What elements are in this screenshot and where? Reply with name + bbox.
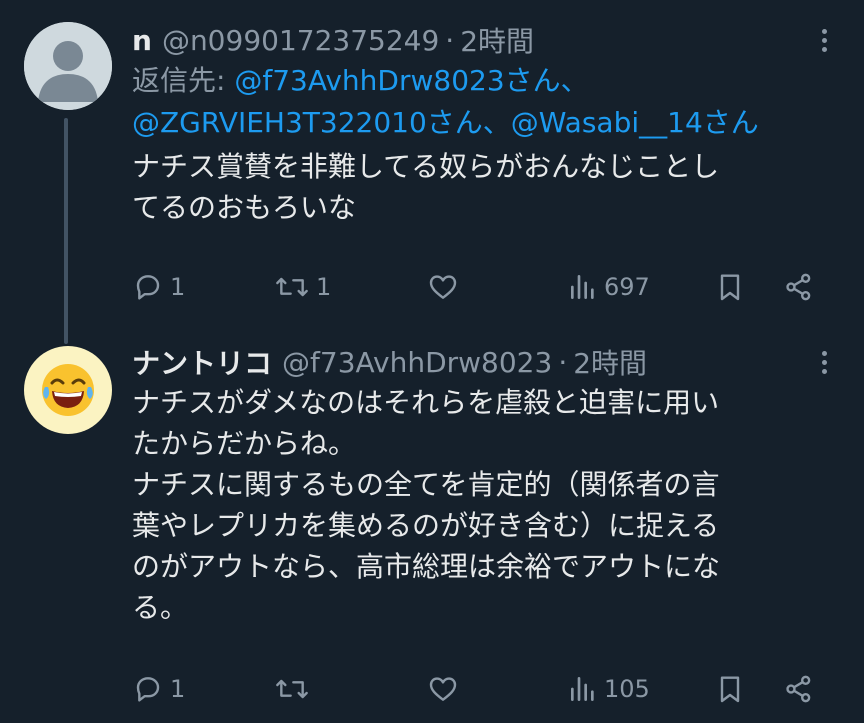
share-icon <box>786 273 811 301</box>
tweet-text-line: る。 <box>132 591 189 624</box>
timestamp[interactable]: 2時間 <box>573 342 647 382</box>
retweet-icon <box>276 679 308 699</box>
analytics-bar-icon <box>571 275 594 299</box>
tweet-text: ナチス賞賛を非難してる奴らがおんなじことし てるのおもろいな <box>132 146 844 228</box>
reply-button[interactable]: 1 <box>132 267 185 307</box>
mention-link[interactable]: @Wasabi__14さん <box>511 106 759 139</box>
heart-icon <box>429 275 457 299</box>
retweet-button[interactable] <box>274 669 310 709</box>
tweet-header: ナントリコ @f73AvhhDrw8023 · 2時間 <box>132 342 844 382</box>
bookmark-button[interactable] <box>714 669 746 709</box>
separator: · <box>558 345 568 379</box>
tweet-text-line: てるのおもろいな <box>132 191 357 224</box>
more-options-icon[interactable] <box>810 24 838 56</box>
mention-link[interactable]: @ZGRVIEH3T322010さん、 <box>132 106 511 139</box>
reply-count: 1 <box>170 273 186 301</box>
user-handle[interactable]: @n0990172375249 <box>162 24 439 57</box>
tweet-text-line: ナチスに関するもの全てを肯定的（関係者の言 <box>132 468 720 501</box>
reply-icon <box>136 677 160 702</box>
display-name[interactable]: n <box>132 24 152 57</box>
analytics-bar-icon <box>571 677 594 701</box>
retweet-button[interactable]: 1 <box>274 267 331 307</box>
retweet-icon <box>276 277 308 297</box>
reply-to-line-1: 返信先: @f73AvhhDrw8023さん、 <box>132 60 844 102</box>
views-button[interactable]: 105 <box>568 669 650 709</box>
reply-count: 1 <box>170 675 186 703</box>
bookmark-icon <box>720 274 740 301</box>
views-button[interactable]: 697 <box>568 267 650 307</box>
bookmark-icon <box>720 676 740 703</box>
tweet-header: n @n0990172375249 · 2時間 <box>132 20 844 60</box>
reply-icon <box>136 275 160 300</box>
user-avatar[interactable] <box>24 346 112 434</box>
tweet-text-line: ナチスがダメなのはそれらを虐殺と迫害に用い <box>132 386 720 419</box>
laughing-emoji-avatar <box>42 364 94 416</box>
default-avatar-icon <box>24 22 112 110</box>
like-button[interactable] <box>426 669 460 709</box>
share-icon <box>786 675 811 703</box>
tweet-text: ナチスがダメなのはそれらを虐殺と迫害に用い たからだからね。 ナチスに関するもの… <box>132 382 844 628</box>
thread-connector-line <box>64 118 68 344</box>
view-count: 697 <box>604 273 650 301</box>
reply-button[interactable]: 1 <box>132 669 185 709</box>
share-button[interactable] <box>782 669 816 709</box>
view-count: 105 <box>604 675 650 703</box>
heart-icon <box>429 677 457 701</box>
reply-to-label: 返信先: <box>132 64 226 97</box>
separator: · <box>445 23 455 57</box>
tweet-text-line: 葉やレプリカを集めるのが好き含む）に捉える <box>132 509 720 542</box>
tweet-text-line: たからだからね。 <box>132 427 357 460</box>
like-button[interactable] <box>426 267 460 307</box>
tweet-text-line: ナチス賞賛を非難してる奴らがおんなじことし <box>132 150 720 183</box>
mention-link[interactable]: @f73AvhhDrw8023さん、 <box>234 64 588 97</box>
share-button[interactable] <box>782 267 816 307</box>
tweet-text-line: のがアウトなら、高市総理は余裕でアウトにな <box>132 550 721 583</box>
display-name[interactable]: ナントリコ <box>132 342 272 382</box>
retweet-count: 1 <box>316 273 332 301</box>
user-handle[interactable]: @f73AvhhDrw8023 <box>282 346 552 379</box>
bookmark-button[interactable] <box>714 267 746 307</box>
more-options-icon[interactable] <box>810 346 838 378</box>
reply-to-line-2: @ZGRVIEH3T322010さん、@Wasabi__14さん <box>132 102 844 144</box>
tweet-actions: 1 1 697 <box>132 267 832 307</box>
timestamp[interactable]: 2時間 <box>460 20 534 60</box>
user-avatar[interactable] <box>24 22 112 110</box>
tweet-actions: 1 105 <box>132 669 832 709</box>
